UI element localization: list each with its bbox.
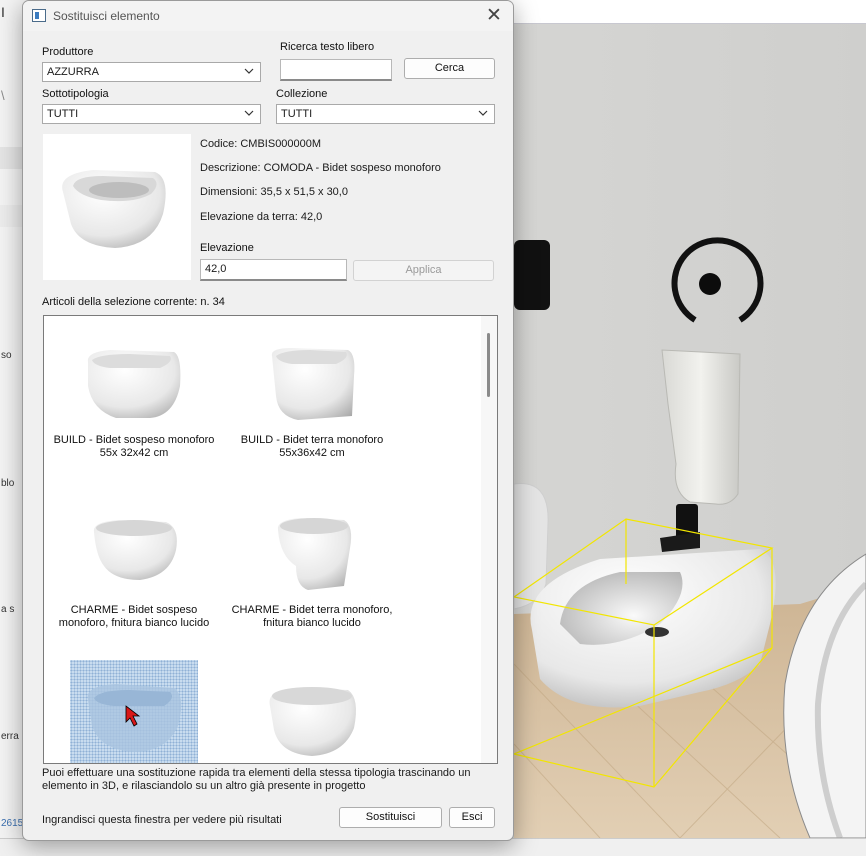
selected-item-preview [43, 134, 191, 280]
wall-accessory [514, 240, 550, 310]
elevazione-label: Elevazione [200, 242, 254, 254]
bg-fragment: I [1, 4, 5, 20]
item-thumbnail [70, 496, 198, 600]
search-button[interactable]: Cerca [404, 58, 495, 79]
list-item[interactable]: BUILD - Bidet sospeso monoforo 55x 32x42 … [44, 326, 224, 460]
descrizione-text: Descrizione: COMODA - Bidet sospeso mono… [200, 162, 441, 174]
bg-fragment: a s [1, 604, 15, 615]
bg-fragment: 2615 [1, 818, 24, 829]
bidet-preview-image [62, 170, 166, 248]
search-label: Ricerca testo libero [280, 41, 375, 53]
codice-text: Codice: CMBIS000000M [200, 138, 322, 150]
search-input[interactable] [280, 59, 392, 81]
applica-button[interactable]: Applica [353, 260, 494, 281]
list-item-selected[interactable] [44, 660, 224, 763]
towel-ring-mount [699, 273, 721, 295]
drag-replace-hint: Puoi effettuare una sostituzione rapida … [42, 767, 471, 792]
list-scrollbar[interactable] [481, 316, 497, 763]
bg-fragment: \ [1, 88, 5, 103]
list-item[interactable]: CHARME - Bidet sospeso monoforo, fnitura … [44, 496, 224, 630]
list-item[interactable]: BUILD - Bidet terra monoforo 55x36x42 cm [222, 326, 402, 460]
close-icon[interactable]: ✕ [483, 5, 505, 27]
collezione-label: Collezione [276, 88, 328, 100]
dimensioni-text: Dimensioni: 35,5 x 51,5 x 30,0 [200, 186, 348, 198]
esci-button[interactable]: Esci [449, 807, 495, 828]
dialog-title: Sostituisci elemento [53, 9, 160, 23]
item-thumbnail [70, 660, 198, 763]
replace-element-dialog: Sostituisci elemento ✕ Produttore AZZURR… [22, 0, 514, 841]
bg-fragment: blo [1, 478, 15, 489]
item-count-label: Articoli della selezione corrente: n. 34 [42, 296, 225, 308]
sottotipologia-label: Sottotipologia [42, 88, 109, 100]
elevazione-input[interactable]: 42,0 [200, 259, 347, 281]
item-subtitle: fnitura bianco lucido [263, 617, 361, 629]
item-title: BUILD - Bidet sospeso monoforo [53, 434, 215, 446]
sostituisci-button[interactable]: Sostituisci [339, 807, 442, 828]
chevron-down-icon [244, 110, 254, 116]
item-thumbnail [248, 496, 376, 600]
item-title: BUILD - Bidet terra monoforo [240, 434, 384, 446]
chevron-down-icon [244, 68, 254, 74]
produttore-value: AZZURRA [47, 66, 99, 78]
collezione-select[interactable]: TUTTI [276, 104, 495, 124]
elevazione-terra-text: Elevazione da terra: 42,0 [200, 211, 323, 223]
item-subtitle: 55x36x42 cm [279, 447, 345, 459]
scrollbar-thumb[interactable] [487, 333, 490, 397]
list-item[interactable] [222, 660, 402, 763]
produttore-select[interactable]: AZZURRA [42, 62, 261, 82]
app-window-icon [32, 9, 46, 22]
dialog-titlebar[interactable]: Sostituisci elemento ✕ [23, 1, 513, 31]
item-title: CHARME - Bidet terra monoforo, [231, 604, 393, 616]
item-subtitle: 55x 32x42 cm [99, 447, 169, 459]
bg-fragment: erra [1, 731, 19, 742]
sottotipologia-select[interactable]: TUTTI [42, 104, 261, 124]
item-subtitle: monoforo, fnitura bianco lucido [58, 617, 210, 629]
item-thumbnail [248, 326, 376, 430]
produttore-label: Produttore [42, 46, 94, 58]
item-thumbnail [70, 326, 198, 430]
list-item[interactable]: CHARME - Bidet terra monoforo, fnitura bi… [222, 496, 402, 630]
items-list[interactable]: BUILD - Bidet sospeso monoforo 55x 32x42 … [43, 315, 498, 764]
sottotipologia-value: TUTTI [47, 108, 79, 120]
bidet-drain [645, 627, 669, 637]
chevron-down-icon [478, 110, 488, 116]
collezione-value: TUTTI [281, 108, 313, 120]
bg-fragment: so [1, 350, 12, 361]
item-title: CHARME - Bidet sospeso [70, 604, 198, 616]
item-thumbnail [248, 660, 376, 763]
enlarge-window-hint: Ingrandisci questa finestra per vedere p… [42, 814, 282, 826]
